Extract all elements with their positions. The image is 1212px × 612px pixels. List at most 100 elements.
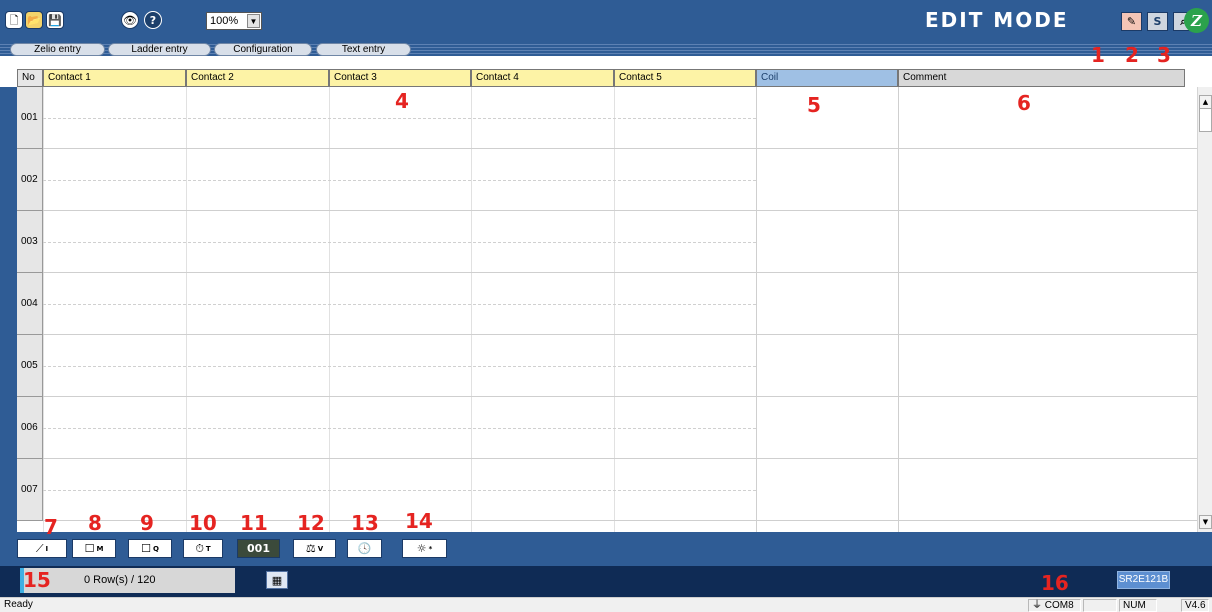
vertical-scrollbar[interactable]: ▲ ▼ xyxy=(1197,87,1212,532)
rung-guide-line xyxy=(43,366,756,367)
print-icon[interactable]: ▦ xyxy=(266,571,288,589)
row-number-label: 007 xyxy=(21,484,38,495)
new-file-icon[interactable]: 🗋 xyxy=(5,11,23,29)
callout-number-7: 7 xyxy=(44,515,58,539)
tool-glyph: ☼ xyxy=(416,542,427,555)
output-coil-icon[interactable]: ☐ Q xyxy=(128,539,172,558)
tool-superscript: M xyxy=(96,544,104,553)
callout-number-10: 10 xyxy=(189,511,217,535)
summer-winter-icon[interactable]: ☼ * xyxy=(402,539,447,558)
scroll-up-icon[interactable]: ▲ xyxy=(1199,95,1212,109)
function-toolbar xyxy=(0,532,1212,566)
callout-number-15: 15 xyxy=(23,568,51,592)
scroll-down-icon[interactable]: ▼ xyxy=(1199,515,1212,529)
contact-icon[interactable]: ⟋ I xyxy=(17,539,67,558)
tool-glyph: ☐ xyxy=(84,542,95,555)
row-number: 006 xyxy=(17,397,43,459)
version-pane: V4.6 xyxy=(1181,599,1209,612)
tool-glyph: ⚖ xyxy=(305,542,316,555)
callout-number-13: 13 xyxy=(351,511,379,535)
ladder-row[interactable]: 004 xyxy=(17,273,1197,335)
plug-icon: ⏚ xyxy=(1032,600,1045,611)
ladder-grid[interactable]: 001 002 003 004 005 006 007 xyxy=(17,87,1197,532)
row-number: 001 xyxy=(17,87,43,149)
row-number-label: 002 xyxy=(21,174,38,185)
zoom-select[interactable]: 100% ▼ xyxy=(206,12,262,30)
zelio-logo-icon: Z xyxy=(1184,8,1209,33)
callout-number-4: 4 xyxy=(395,89,409,113)
main-toolbar: 🗋 📂 💾 👁 ? 100% ▼ EDIT MODE ✎ S ⌕ Z xyxy=(0,0,1212,42)
row-count: 0 Row(s) / 120 xyxy=(20,568,235,593)
callout-number-9: 9 xyxy=(140,511,154,535)
scroll-thumb[interactable] xyxy=(1199,108,1212,132)
tab-label: Zelio entry xyxy=(34,44,81,55)
ladder-row[interactable]: 006 xyxy=(17,397,1197,459)
ladder-row[interactable]: 003 xyxy=(17,211,1197,273)
row-number: 007 xyxy=(17,459,43,521)
rung-guide-line xyxy=(43,242,756,243)
tab-zelio-entry[interactable]: Zelio entry xyxy=(10,43,105,56)
grid-left-border xyxy=(0,87,17,532)
memory-relay-icon[interactable]: ☐ M xyxy=(72,539,116,558)
ladder-row[interactable]: 005 xyxy=(17,335,1197,397)
tool-glyph: 001 xyxy=(247,542,270,555)
callout-number-5: 5 xyxy=(807,93,821,117)
ladder-row[interactable]: 002 xyxy=(17,149,1197,211)
callout-number-11: 11 xyxy=(240,511,268,535)
view-eye-icon[interactable]: 👁 xyxy=(121,11,139,29)
tool-glyph: ☐ xyxy=(141,542,151,555)
clock-icon[interactable]: 🕓 xyxy=(347,539,382,558)
counter-icon[interactable]: 001 xyxy=(237,539,280,558)
tab-label: Text entry xyxy=(341,44,386,55)
header-coil: Coil xyxy=(756,69,898,87)
row-number: 003 xyxy=(17,211,43,273)
zelio-soft-window: 🗋 📂 💾 👁 ? 100% ▼ EDIT MODE ✎ S ⌕ Z Zelio… xyxy=(0,0,1212,612)
tab-configuration[interactable]: Configuration xyxy=(214,43,312,56)
header-contact-3: Contact 3 xyxy=(329,69,471,87)
tab-label: Configuration xyxy=(233,44,293,55)
row-number: 005 xyxy=(17,335,43,397)
callout-number-14: 14 xyxy=(405,509,433,533)
callout-number-8: 8 xyxy=(88,511,102,535)
simulation-mode-label: S xyxy=(1153,15,1162,28)
row-number-label: 004 xyxy=(21,298,38,309)
open-folder-icon[interactable]: 📂 xyxy=(25,11,43,29)
tool-superscript: * xyxy=(428,544,433,553)
simulation-mode-button[interactable]: S xyxy=(1147,12,1168,31)
com-port-pane: ⏚ COM8 xyxy=(1028,599,1081,612)
save-disk-icon[interactable]: 💾 xyxy=(46,11,64,29)
row-count-label: 0 Row(s) / 120 xyxy=(84,574,156,586)
tool-superscript: V xyxy=(317,544,324,553)
tool-superscript: Q xyxy=(152,544,159,553)
header-comment: Comment xyxy=(898,69,1185,87)
row-number: 004 xyxy=(17,273,43,335)
comparator-icon[interactable]: ⚖ V xyxy=(293,539,336,558)
row-number-label: 005 xyxy=(21,360,38,371)
callout-number-12: 12 xyxy=(297,511,325,535)
rung-guide-line xyxy=(43,428,756,429)
row-number-label: 003 xyxy=(21,236,38,247)
module-model-badge: SR2E121B xyxy=(1117,571,1170,589)
tool-glyph: 🕓 xyxy=(357,542,372,555)
help-icon[interactable]: ? xyxy=(144,11,162,29)
edit-mode-icon[interactable]: ✎ xyxy=(1121,12,1142,31)
tab-text-entry[interactable]: Text entry xyxy=(316,43,411,56)
row-number-label: 001 xyxy=(21,112,38,123)
callout-number-3: 3 xyxy=(1157,43,1171,67)
tool-glyph: ⏱ xyxy=(195,541,204,555)
header-contact-2: Contact 2 xyxy=(186,69,329,87)
tool-superscript: T xyxy=(205,544,211,553)
window-status-bar: Ready ⏚ COM8 NUM V4.6 xyxy=(0,597,1212,612)
tab-ladder-entry[interactable]: Ladder entry xyxy=(108,43,211,56)
chevron-down-icon[interactable]: ▼ xyxy=(247,14,260,28)
rung-guide-line xyxy=(43,490,756,491)
header-contact-4: Contact 4 xyxy=(471,69,614,87)
zoom-value: 100% xyxy=(210,15,239,27)
mode-title: EDIT MODE xyxy=(925,8,1069,32)
rung-guide-line xyxy=(43,304,756,305)
entry-tabs: Zelio entry Ladder entry Configuration T… xyxy=(0,42,1212,56)
callout-number-6: 6 xyxy=(1017,91,1031,115)
header-no: No xyxy=(17,69,43,87)
row-number-label: 006 xyxy=(21,422,38,433)
timer-icon[interactable]: ⏱ T xyxy=(183,539,223,558)
